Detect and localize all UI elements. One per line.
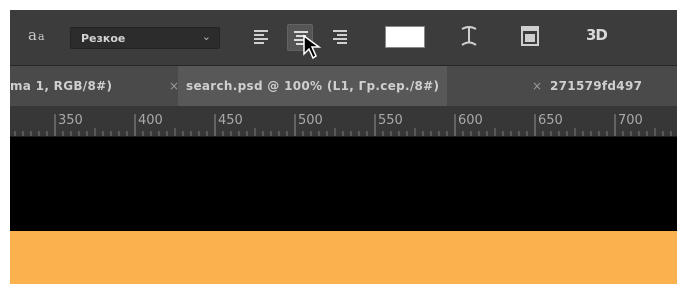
character-panels-icon [521,26,539,46]
photoshop-window: aa Резкое ⌄ 3D ma 1, RGB/8#) × search.ps… [10,10,677,284]
tab-271579fd497[interactable]: 271579fd497 [550,66,642,106]
align-left-icon [254,30,268,44]
anti-alias-value: Резкое [81,32,126,45]
align-left-button[interactable] [248,24,274,51]
canvas-orange-area[interactable] [10,231,677,284]
align-right-icon [333,30,347,44]
document-tab-bar: ma 1, RGB/8#) × search.psd @ 100% (L1, Г… [10,66,677,106]
ruler-label: 650 [538,113,563,128]
ruler-label: 550 [378,113,403,128]
ruler-label: 400 [138,113,163,128]
anti-alias-dropdown[interactable]: Резкое ⌄ [70,27,220,49]
ruler-label: 700 [618,113,643,128]
text-color-swatch[interactable] [385,26,425,48]
canvas-black-area[interactable] [10,137,677,231]
anti-alias-icon: aa [28,26,46,44]
align-right-button[interactable] [327,24,353,51]
3d-button[interactable]: 3D [586,26,608,44]
ruler-ticks [14,114,672,136]
tab-close-icon[interactable]: × [532,66,542,106]
ruler-label: 600 [458,113,483,128]
horizontal-ruler[interactable]: 350 400 450 500 550 600 650 700 [10,106,677,137]
character-panels-button[interactable] [519,25,541,51]
warp-text-icon [461,26,477,46]
ruler-label: 350 [58,113,83,128]
tab-search-psd[interactable]: search.psd @ 100% (L1, Гр.сер./8#) [178,66,448,106]
mouse-cursor-icon [303,34,322,60]
warp-text-button[interactable] [458,23,480,53]
tab-untitled[interactable]: ma 1, RGB/8#) [10,66,112,106]
type-options-bar: aa Резкое ⌄ 3D [10,10,677,66]
chevron-down-icon: ⌄ [201,30,211,43]
ruler-label: 450 [218,113,243,128]
ruler-label: 500 [298,113,323,128]
